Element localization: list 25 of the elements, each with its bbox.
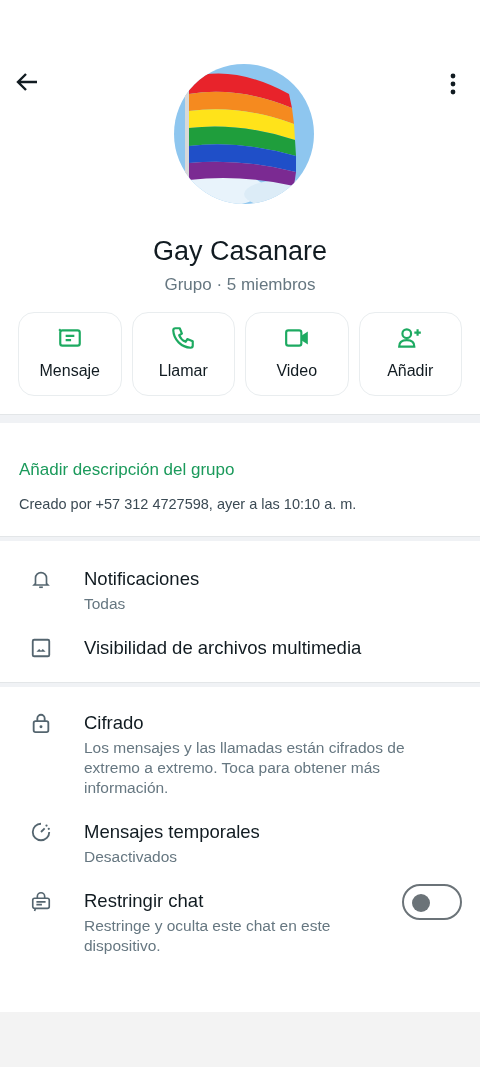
setting-title[interactable]: Notificaciones xyxy=(84,566,462,591)
call-button[interactable]: Llamar xyxy=(131,311,235,396)
setting-subtitle: Desactivados xyxy=(84,846,179,867)
back-arrow-icon[interactable] xyxy=(16,72,38,92)
group-subtitle: Grupo · 5 miembros xyxy=(164,274,316,296)
setting-title[interactable]: Restringir chat xyxy=(84,888,390,913)
image-icon xyxy=(30,636,52,659)
group-name: Gay Casanare xyxy=(152,235,328,268)
setting-title[interactable]: Mensajes temporales xyxy=(84,819,462,844)
message-button[interactable]: Mensaje xyxy=(18,311,122,396)
setting-title[interactable]: Visibilidad de archivos multimedia xyxy=(84,635,462,660)
add-description-link[interactable]: Añadir descripción del grupo xyxy=(19,456,235,482)
lock-icon xyxy=(30,711,52,734)
locked-chat-icon xyxy=(30,889,52,912)
more-options-icon[interactable] xyxy=(450,73,456,95)
video-button[interactable]: Video xyxy=(245,311,349,396)
timer-icon xyxy=(30,820,52,843)
phone-icon xyxy=(170,324,197,351)
setting-subtitle: Restringe y oculta este chat en este dispositivo. xyxy=(84,915,332,956)
setting-subtitle: Todas xyxy=(84,593,127,614)
created-by-text: Creado por +57 312 4727598, ayer a las 10:10 a. m. xyxy=(19,495,358,514)
toggle-switch[interactable] xyxy=(402,883,462,920)
setting-subtitle: Los mensajes y las llamadas están cifrados de extremo a extremo. Toca para obtener más información. xyxy=(84,737,406,798)
add-button[interactable]: Añadir xyxy=(358,311,462,396)
setting-title[interactable]: Cifrado xyxy=(84,710,462,735)
